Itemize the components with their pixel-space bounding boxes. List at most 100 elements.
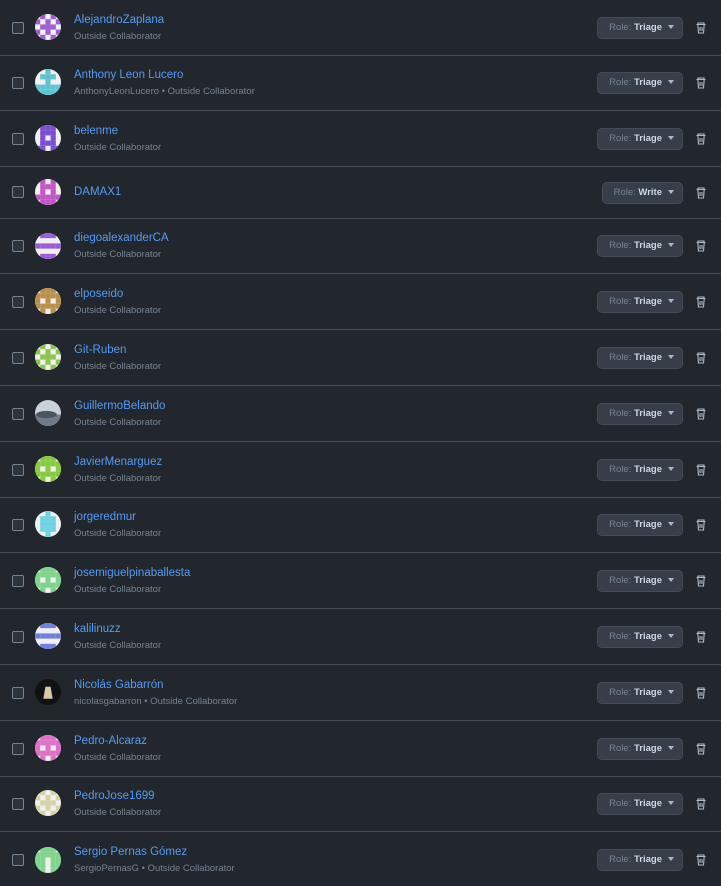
identicon-cell xyxy=(40,857,46,863)
avatar[interactable] xyxy=(35,400,61,426)
role-dropdown-button[interactable]: Role: Triage xyxy=(597,235,683,257)
trash-icon[interactable] xyxy=(694,295,708,309)
role-dropdown-button[interactable]: Role: Triage xyxy=(597,570,683,592)
role-dropdown-button[interactable]: Role: Triage xyxy=(597,128,683,150)
trash-icon[interactable] xyxy=(694,630,708,644)
member-name-link[interactable]: GuillermoBelando xyxy=(74,400,165,412)
identicon-cell xyxy=(50,199,56,205)
trash-icon[interactable] xyxy=(694,742,708,756)
avatar[interactable] xyxy=(35,790,61,816)
trash-icon[interactable] xyxy=(694,518,708,532)
avatar[interactable] xyxy=(35,456,61,482)
member-name-link[interactable]: AlejandroZaplana xyxy=(74,14,164,26)
select-checkbox[interactable] xyxy=(12,22,24,34)
trash-icon[interactable] xyxy=(694,797,708,811)
identicon-cell xyxy=(35,582,41,588)
member-name-link[interactable]: JavierMenarguez xyxy=(74,456,162,468)
role-dropdown-button[interactable]: Role: Triage xyxy=(597,682,683,704)
member-subtitle: Outside Collaborator xyxy=(74,31,162,42)
identicon-cell xyxy=(45,89,51,95)
select-checkbox[interactable] xyxy=(12,464,24,476)
select-checkbox[interactable] xyxy=(12,240,24,252)
select-checkbox[interactable] xyxy=(12,687,24,699)
member-name-link[interactable]: kalilinuzz xyxy=(74,623,121,635)
role-dropdown-button[interactable]: Role: Triage xyxy=(597,738,683,760)
trash-icon[interactable] xyxy=(694,76,708,90)
role-value: Triage xyxy=(634,352,662,363)
identicon-cell xyxy=(45,852,51,858)
select-checkbox[interactable] xyxy=(12,296,24,308)
member-name-link[interactable]: diegoalexanderCA xyxy=(74,232,169,244)
identicon-cell xyxy=(35,359,41,365)
select-checkbox[interactable] xyxy=(12,77,24,89)
role-dropdown-button[interactable]: Role: Triage xyxy=(597,459,683,481)
identicon-cell xyxy=(35,89,41,95)
member-name-link[interactable]: PedroJose1699 xyxy=(74,790,155,802)
trash-icon[interactable] xyxy=(694,853,708,867)
role-dropdown-button[interactable]: Role: Triage xyxy=(597,403,683,425)
select-checkbox[interactable] xyxy=(12,352,24,364)
identicon-cell xyxy=(50,755,56,761)
role-dropdown-button[interactable]: Role: Triage xyxy=(597,72,683,94)
avatar[interactable] xyxy=(35,735,61,761)
identicon-cell xyxy=(50,364,56,370)
member-name-link[interactable]: Sergio Pernas Gómez xyxy=(74,846,187,858)
role-dropdown-button[interactable]: Role: Triage xyxy=(597,514,683,536)
select-checkbox[interactable] xyxy=(12,133,24,145)
select-checkbox[interactable] xyxy=(12,408,24,420)
avatar[interactable] xyxy=(35,233,61,259)
avatar[interactable] xyxy=(35,288,61,314)
select-checkbox[interactable] xyxy=(12,743,24,755)
role-prefix: Role: xyxy=(609,631,632,642)
avatar[interactable] xyxy=(35,344,61,370)
avatar[interactable] xyxy=(35,179,61,205)
trash-icon[interactable] xyxy=(694,407,708,421)
trash-icon[interactable] xyxy=(694,574,708,588)
member-name-link[interactable]: josemiguelpinaballesta xyxy=(74,567,190,579)
select-checkbox[interactable] xyxy=(12,519,24,531)
role-dropdown-button[interactable]: Role: Triage xyxy=(597,17,683,39)
select-checkbox[interactable] xyxy=(12,631,24,643)
avatar[interactable] xyxy=(35,69,61,95)
trash-icon[interactable] xyxy=(694,186,708,200)
member-subtitle: Outside Collaborator xyxy=(74,473,162,484)
role-dropdown-button[interactable]: Role: Triage xyxy=(597,626,683,648)
select-checkbox[interactable] xyxy=(12,575,24,587)
role-dropdown-button[interactable]: Role: Triage xyxy=(597,291,683,313)
select-checkbox[interactable] xyxy=(12,798,24,810)
identicon-cell xyxy=(50,740,56,746)
identicon-cell xyxy=(45,740,51,746)
member-name-link[interactable]: DAMAX1 xyxy=(74,186,121,198)
select-checkbox[interactable] xyxy=(12,854,24,866)
avatar[interactable] xyxy=(35,623,61,649)
identicon-cell xyxy=(45,125,51,131)
trash-icon[interactable] xyxy=(694,132,708,146)
identicon-cell xyxy=(50,461,56,467)
identicon-cell xyxy=(55,867,61,873)
member-name-link[interactable]: Anthony Leon Lucero xyxy=(74,69,183,81)
role-dropdown-button[interactable]: Role: Triage xyxy=(597,347,683,369)
member-name-link[interactable]: jorgeredmur xyxy=(74,511,136,523)
trash-icon[interactable] xyxy=(694,239,708,253)
select-checkbox[interactable] xyxy=(12,186,24,198)
trash-icon[interactable] xyxy=(694,21,708,35)
trash-icon[interactable] xyxy=(694,351,708,365)
role-dropdown-button[interactable]: Role: Triage xyxy=(597,849,683,871)
member-name-link[interactable]: Nicolás Gabarrón xyxy=(74,679,163,691)
role-dropdown-button[interactable]: Role: Write xyxy=(601,182,683,204)
avatar[interactable] xyxy=(35,679,61,705)
identicon-cell xyxy=(50,735,56,741)
trash-icon[interactable] xyxy=(694,686,708,700)
avatar[interactable] xyxy=(35,567,61,593)
role-dropdown-button[interactable]: Role: Triage xyxy=(597,793,683,815)
avatar[interactable] xyxy=(35,847,61,873)
member-name-link[interactable]: belenme xyxy=(74,125,118,137)
list-item: diegoalexanderCA Outside Collaborator Ro… xyxy=(0,219,721,274)
trash-icon[interactable] xyxy=(694,463,708,477)
avatar[interactable] xyxy=(35,511,61,537)
avatar[interactable] xyxy=(35,14,61,40)
avatar[interactable] xyxy=(35,125,61,151)
member-name-link[interactable]: elposeido xyxy=(74,288,123,300)
member-name-link[interactable]: Git-Ruben xyxy=(74,344,126,356)
member-name-link[interactable]: Pedro-Alcaraz xyxy=(74,735,147,747)
